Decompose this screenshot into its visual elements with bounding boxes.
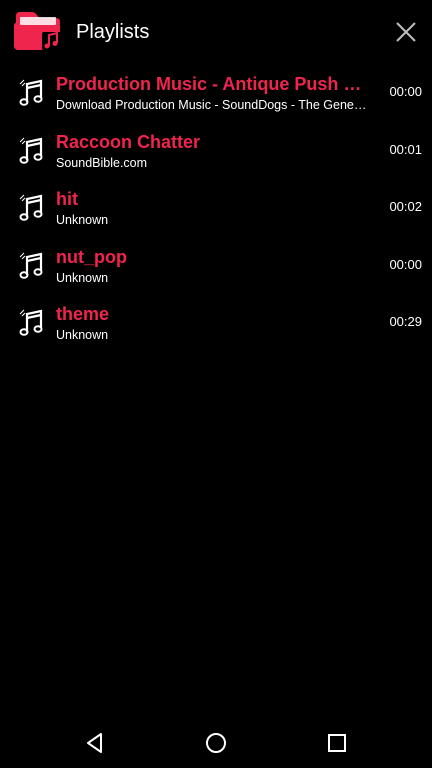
track-duration: 00:00 (389, 256, 422, 272)
page-title: Playlists (76, 21, 150, 43)
track-title: nut_pop (56, 246, 127, 267)
music-note-icon (19, 194, 43, 221)
track-duration: 00:29 (389, 314, 422, 329)
track-title: Production Music - Antique Push Buttons (56, 74, 368, 94)
track-subtitle: Unknown (56, 328, 109, 342)
track-subtitle: SoundBible.com (56, 155, 148, 170)
track-title: Raccoon Chatter (56, 131, 201, 152)
music-note-icon (19, 79, 43, 106)
list-item[interactable]: Production Music - Antique Push Buttons … (0, 64, 432, 122)
list-item[interactable]: theme Unknown 00:29 (0, 294, 432, 352)
track-duration: 00:01 (389, 141, 422, 157)
music-note-icon (19, 252, 43, 279)
music-note-icon (19, 309, 43, 336)
recents-square-icon[interactable] (324, 730, 350, 756)
track-subtitle: Unknown (56, 270, 109, 285)
track-subtitle: Download Production Music - SoundDogs - … (56, 98, 368, 112)
list-item[interactable]: nut_pop Unknown 00:00 (0, 237, 432, 295)
track-title: hit (56, 189, 78, 209)
track-subtitle: Unknown (56, 213, 109, 227)
header-bar: Playlists (0, 0, 432, 64)
back-triangle-icon[interactable] (82, 730, 108, 756)
track-list: Production Music - Antique Push Buttons … (0, 64, 432, 352)
playlists-screen: Playlists Production Music - Antique Pus… (0, 0, 432, 768)
music-note-icon (19, 137, 43, 164)
track-title: theme (56, 304, 110, 324)
system-navigation-bar (0, 718, 432, 768)
close-icon[interactable] (392, 18, 420, 46)
home-circle-icon[interactable] (203, 730, 229, 756)
track-duration: 00:00 (389, 84, 422, 99)
track-duration: 00:02 (389, 199, 422, 214)
list-item[interactable]: hit Unknown 00:02 (0, 179, 432, 237)
folder-music-icon (14, 12, 62, 50)
list-item[interactable]: Raccoon Chatter SoundBible.com 00:01 (0, 122, 432, 180)
